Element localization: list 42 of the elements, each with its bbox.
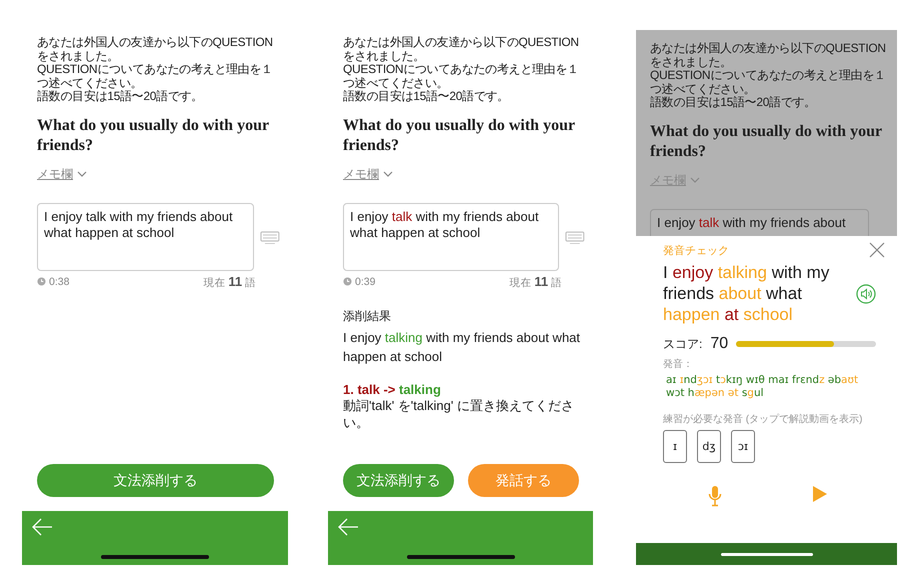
practice-sentence: I enjoy talking with my friends about what happen at school bbox=[663, 262, 830, 325]
close-icon[interactable] bbox=[869, 242, 885, 258]
phoneme-button[interactable]: ɔɪ bbox=[731, 430, 755, 463]
answer-field[interactable]: I enjoy talk with my friends about bbox=[650, 208, 869, 236]
chevron-down-icon bbox=[77, 170, 87, 178]
answer-field[interactable]: I enjoy talk with my friends about what happen at school bbox=[343, 202, 560, 270]
result-label: 添削結果 bbox=[343, 308, 392, 324]
question-text: What do you usually do with your friends? bbox=[37, 116, 270, 156]
corrected-sentence: I enjoy talking with my friends about what happen at school bbox=[343, 328, 582, 366]
score-value: 70 bbox=[710, 335, 728, 353]
back-arrow-icon[interactable] bbox=[337, 518, 359, 536]
memo-toggle[interactable]: メモ欄 bbox=[37, 166, 73, 182]
correction-explanation: 動詞'talk' を'talking' に置き換えてください。 bbox=[343, 397, 575, 430]
chevron-down-icon bbox=[383, 170, 393, 178]
microphone-icon[interactable] bbox=[708, 485, 722, 507]
clock-icon bbox=[343, 277, 352, 286]
word-count: 現在 11 語 bbox=[203, 274, 256, 290]
answer-field[interactable]: I enjoy talk with my friends about what happen at school bbox=[37, 202, 254, 270]
back-arrow-icon[interactable] bbox=[31, 518, 53, 536]
clock-icon bbox=[37, 277, 46, 286]
sheet-title: 発音チェック bbox=[663, 244, 729, 258]
keyboard-icon[interactable] bbox=[260, 230, 280, 244]
chevron-down-icon bbox=[690, 176, 700, 184]
instruction-text: あなたは外国人の友達から以下のQUESTIONをされました。 QUESTIONについてあなたの考えと理由を１つ述べてください。 語数の目安は15語〜20語です。 bbox=[343, 36, 580, 104]
instruction-text: あなたは外国人の友達から以下のQUESTIONをされました。 QUESTIONについてあなたの考えと理由を１つ述べてください。 語数の目安は15語〜20語です。 bbox=[650, 42, 887, 110]
keyboard-icon[interactable] bbox=[565, 230, 585, 244]
correction-title: 1. talk -> talking bbox=[343, 382, 442, 396]
memo-toggle[interactable]: メモ欄 bbox=[343, 166, 379, 182]
phoneme-button[interactable]: dʒ bbox=[697, 430, 721, 463]
ipa-transcription: aɪ ɪndʒɔɪ tɔkɪŋ wɪθ maɪ frɛndz əbaʊt wɔt hæpən ət sgul bbox=[665, 374, 860, 400]
play-icon[interactable] bbox=[812, 485, 828, 503]
timer-text: 0:38 bbox=[49, 276, 70, 288]
practice-label: 練習が必要な発音 (タップで解説動画を表示) bbox=[663, 412, 864, 426]
question-text: What do you usually do with your friends? bbox=[650, 122, 883, 162]
score-label: スコア: bbox=[663, 336, 702, 352]
instruction-text: あなたは外国人の友達から以下のQUESTIONをされました。 QUESTIONについてあなたの考えと理由を１つ述べてください。 語数の目安は15語〜20語です。 bbox=[37, 36, 274, 104]
speaker-icon[interactable] bbox=[856, 284, 876, 304]
question-text: What do you usually do with your friends? bbox=[343, 116, 576, 156]
pronunciation-label: 発音： bbox=[663, 358, 694, 371]
phoneme-button[interactable]: ɪ bbox=[663, 430, 687, 463]
timer-text: 0:39 bbox=[355, 276, 376, 288]
word-count: 現在 11 語 bbox=[509, 274, 562, 290]
